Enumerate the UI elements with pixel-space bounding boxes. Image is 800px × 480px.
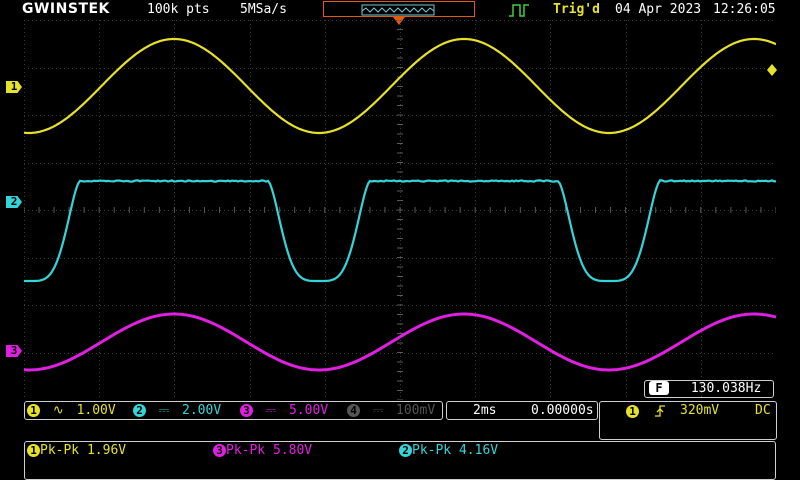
channel-scale-bar: 1 ∿ 1.00V 2 ⎓ 2.00V 3 ⎓ 5.00V 4 ⎓ 100mV — [24, 401, 443, 420]
timebase-panel[interactable]: 2ms 0.00000s — [446, 401, 598, 420]
frequency-value: 130.038Hz — [691, 381, 761, 396]
frequency-counter: F 130.038Hz — [644, 380, 774, 398]
dc-icon: ⎓ — [266, 403, 276, 418]
channel-2-marker[interactable]: 2 — [6, 196, 22, 208]
trigger-status: Trig'd — [553, 2, 600, 18]
channel-1-marker[interactable]: 1 — [6, 81, 22, 93]
ac-wave-icon: ∿ — [53, 403, 64, 418]
waveform-display[interactable] — [24, 20, 776, 400]
record-length: 100k pts — [147, 2, 210, 18]
sample-rate: 5MSa/s — [240, 2, 287, 18]
channel-4-scale[interactable]: 4 ⎓ 100mV — [347, 403, 435, 419]
trigger-level: 320mV — [680, 403, 719, 419]
channel-2-scale[interactable]: 2 ⎓ 2.00V — [133, 403, 221, 419]
measurement-ch1-pkpk[interactable]: 1 Pk-Pk 1.96V — [27, 443, 126, 459]
measurement-ch3-pkpk[interactable]: 3 Pk-Pk 5.80V — [213, 443, 312, 459]
timebase-scale: 2ms — [473, 403, 496, 419]
dc-icon: ⎓ — [373, 403, 383, 418]
rising-edge-icon — [654, 404, 666, 418]
channel-2-trace — [24, 180, 776, 281]
measurement-bar: 1 Pk-Pk 1.96V 3 Pk-Pk 5.80V 2 Pk-Pk 4.16V — [24, 441, 776, 480]
channel-3-marker[interactable]: 3 — [6, 345, 22, 357]
dc-icon: ⎓ — [159, 403, 169, 418]
trigger-type-edge-icon — [508, 3, 530, 17]
memory-waveform-icon — [324, 3, 474, 17]
channel-1-scale[interactable]: 1 ∿ 1.00V — [27, 403, 116, 419]
trigger-coupling: DC — [755, 403, 771, 419]
brand-logo: GWINSTEK — [22, 1, 110, 17]
trigger-panel[interactable]: 1 320mV DC — [599, 401, 777, 440]
status-bar: GWINSTEK 100k pts 5MSa/s Trig'd 04 Apr 2… — [0, 0, 800, 20]
memory-bar[interactable] — [323, 1, 475, 17]
measurement-ch2-pkpk[interactable]: 2 Pk-Pk 4.16V — [399, 443, 498, 459]
frequency-badge: F — [649, 381, 669, 395]
date: 04 Apr 2023 — [615, 2, 701, 18]
channel-3-scale[interactable]: 3 ⎓ 5.00V — [240, 403, 328, 419]
time: 12:26:05 — [713, 2, 776, 18]
timebase-position: 0.00000s — [531, 403, 594, 419]
trigger-source: 1 — [626, 405, 639, 418]
